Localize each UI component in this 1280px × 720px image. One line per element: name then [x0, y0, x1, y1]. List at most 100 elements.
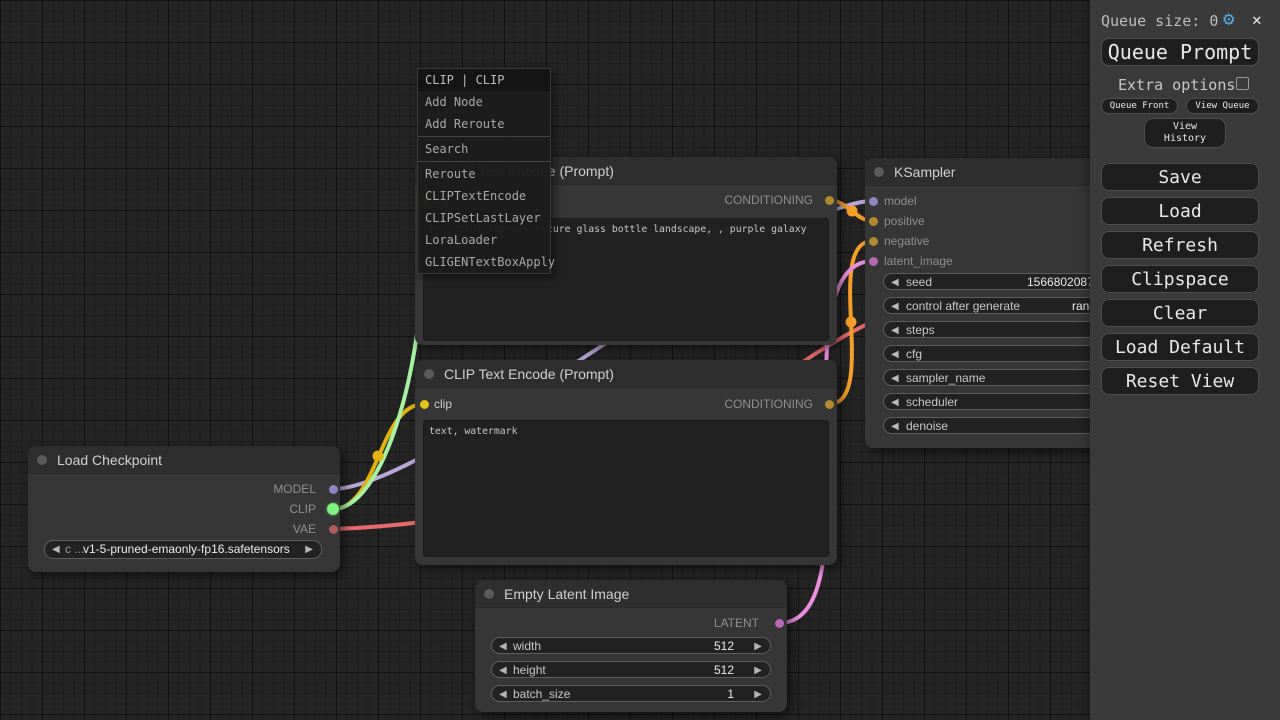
- collapse-dot-icon[interactable]: [37, 455, 47, 465]
- widget-arrow-right-icon[interactable]: ▶: [754, 663, 762, 678]
- output-slot-conditioning[interactable]: [825, 400, 834, 409]
- widget-arrow-left-icon[interactable]: ◀: [891, 371, 899, 386]
- save-button[interactable]: Save: [1101, 163, 1259, 191]
- widget-arrow-right-icon[interactable]: ▶: [305, 542, 313, 557]
- widget-label: width: [513, 638, 541, 654]
- output-slot-latent[interactable]: [775, 619, 784, 628]
- widget-value: 512: [714, 638, 734, 654]
- height-widget[interactable]: ◀ height 512 ▶: [491, 661, 771, 678]
- context-menu-title: CLIP | CLIP: [418, 69, 550, 91]
- view-history-button[interactable]: View History: [1144, 118, 1226, 148]
- input-label-positive: positive: [884, 214, 925, 228]
- node-clip-text-encode-negative[interactable]: CLIP Text Encode (Prompt) clip CONDITION…: [415, 360, 837, 565]
- extra-options-checkbox[interactable]: [1236, 77, 1249, 90]
- widget-arrow-left-icon[interactable]: ◀: [499, 687, 507, 702]
- widget-value: 512: [714, 662, 734, 678]
- menu-item-reroute[interactable]: Reroute: [418, 163, 550, 185]
- output-slot-conditioning[interactable]: [825, 196, 834, 205]
- widget-arrow-left-icon[interactable]: ◀: [891, 323, 899, 338]
- output-label-model: MODEL: [273, 482, 316, 496]
- widget-label: scheduler: [906, 394, 958, 410]
- queue-front-button[interactable]: Queue Front: [1101, 98, 1178, 114]
- link-dot-positive: [847, 206, 858, 217]
- menu-item-loraloader[interactable]: LoraLoader: [418, 229, 550, 251]
- input-label-model: model: [884, 194, 917, 208]
- output-label-conditioning: CONDITIONING: [724, 397, 813, 411]
- input-label-clip: clip: [434, 397, 452, 411]
- refresh-button[interactable]: Refresh: [1101, 231, 1259, 259]
- widget-arrow-left-icon[interactable]: ◀: [52, 542, 60, 557]
- node-load-checkpoint[interactable]: Load Checkpoint MODEL CLIP VAE ◀ c ... v…: [28, 446, 340, 572]
- clear-button[interactable]: Clear: [1101, 299, 1259, 327]
- node-title: CLIP Text Encode (Prompt): [444, 366, 614, 382]
- input-label-latent-image: latent_image: [884, 254, 953, 268]
- widget-arrow-left-icon[interactable]: ◀: [891, 299, 899, 314]
- input-label-negative: negative: [884, 234, 929, 248]
- collapse-dot-icon[interactable]: [874, 167, 884, 177]
- input-slot-latent-image[interactable]: [869, 257, 878, 266]
- output-label-latent: LATENT: [714, 616, 759, 630]
- output-slot-vae[interactable]: [329, 525, 338, 534]
- node-title-bar[interactable]: Empty Latent Image: [475, 580, 787, 608]
- load-button[interactable]: Load: [1101, 197, 1259, 225]
- widget-label: height: [513, 662, 546, 678]
- output-label-conditioning: CONDITIONING: [724, 193, 813, 207]
- collapse-dot-icon[interactable]: [424, 369, 434, 379]
- context-menu: CLIP | CLIP Add Node Add Reroute Search …: [417, 68, 551, 274]
- input-slot-negative[interactable]: [869, 237, 878, 246]
- widget-arrow-left-icon[interactable]: ◀: [891, 395, 899, 410]
- menu-item-add-reroute[interactable]: Add Reroute: [418, 113, 550, 135]
- output-slot-clip[interactable]: [327, 503, 339, 515]
- widget-arrow-left-icon[interactable]: ◀: [891, 419, 899, 434]
- widget-arrow-left-icon[interactable]: ◀: [499, 663, 507, 678]
- widget-label: steps: [906, 322, 935, 338]
- link-dot-negative: [846, 317, 857, 328]
- menu-separator: [418, 136, 550, 137]
- reset-view-button[interactable]: Reset View: [1101, 367, 1259, 395]
- input-slot-positive[interactable]: [869, 217, 878, 226]
- menu-item-clipsetlastlayer[interactable]: CLIPSetLastLayer: [418, 207, 550, 229]
- output-slot-model[interactable]: [329, 485, 338, 494]
- batch-size-widget[interactable]: ◀ batch_size 1 ▶: [491, 685, 771, 702]
- input-slot-model[interactable]: [869, 197, 878, 206]
- widget-value: 1: [727, 686, 734, 702]
- ckpt-name-widget[interactable]: ◀ c ... v1-5-pruned-emaonly-fp16.safeten…: [44, 540, 322, 559]
- close-icon[interactable]: ✕: [1252, 10, 1262, 29]
- extra-options-label: Extra options: [1118, 76, 1235, 94]
- settings-gear-icon[interactable]: ⚙: [1223, 8, 1234, 30]
- menu-item-cliptextencode[interactable]: CLIPTextEncode: [418, 185, 550, 207]
- widget-label: c ...: [65, 541, 84, 557]
- node-title-bar[interactable]: Load Checkpoint: [28, 446, 340, 474]
- menu-separator: [418, 161, 550, 162]
- widget-arrow-right-icon[interactable]: ▶: [754, 639, 762, 654]
- view-queue-button[interactable]: View Queue: [1186, 98, 1259, 114]
- widget-label: seed: [906, 274, 932, 290]
- widget-arrow-left-icon[interactable]: ◀: [499, 639, 507, 654]
- menu-item-add-node[interactable]: Add Node: [418, 91, 550, 113]
- node-title: Load Checkpoint: [57, 452, 162, 468]
- queue-prompt-button[interactable]: Queue Prompt: [1101, 38, 1259, 66]
- widget-label: control after generate: [906, 298, 1020, 314]
- width-widget[interactable]: ◀ width 512 ▶: [491, 637, 771, 654]
- node-title-bar[interactable]: CLIP Text Encode (Prompt): [415, 360, 837, 388]
- widget-label: cfg: [906, 346, 922, 362]
- node-title: KSampler: [894, 164, 955, 180]
- load-default-button[interactable]: Load Default: [1101, 333, 1259, 361]
- collapse-dot-icon[interactable]: [484, 589, 494, 599]
- clipspace-button[interactable]: Clipspace: [1101, 265, 1259, 293]
- widget-arrow-left-icon[interactable]: ◀: [891, 347, 899, 362]
- menu-item-gligentextboxapply[interactable]: GLIGENTextBoxApply: [418, 251, 550, 273]
- link-connecting: [333, 268, 422, 509]
- menu-item-search[interactable]: Search: [418, 138, 550, 160]
- node-empty-latent-image[interactable]: Empty Latent Image LATENT ◀ width 512 ▶ …: [475, 580, 787, 712]
- widget-arrow-right-icon[interactable]: ▶: [754, 687, 762, 702]
- comfy-menu-panel: Queue size: 0 ⚙ ✕ Queue Prompt Extra opt…: [1090, 0, 1280, 720]
- node-title: Empty Latent Image: [504, 586, 629, 602]
- prompt-textarea[interactable]: text, watermark: [423, 420, 829, 557]
- output-label-vae: VAE: [293, 522, 316, 536]
- input-slot-clip[interactable]: [420, 400, 429, 409]
- node-graph-canvas[interactable]: CLIP Text Encode (Prompt) clip CONDITION…: [0, 0, 1280, 720]
- widget-arrow-left-icon[interactable]: ◀: [891, 275, 899, 290]
- widget-label: sampler_name: [906, 370, 985, 386]
- widget-label: batch_size: [513, 686, 570, 702]
